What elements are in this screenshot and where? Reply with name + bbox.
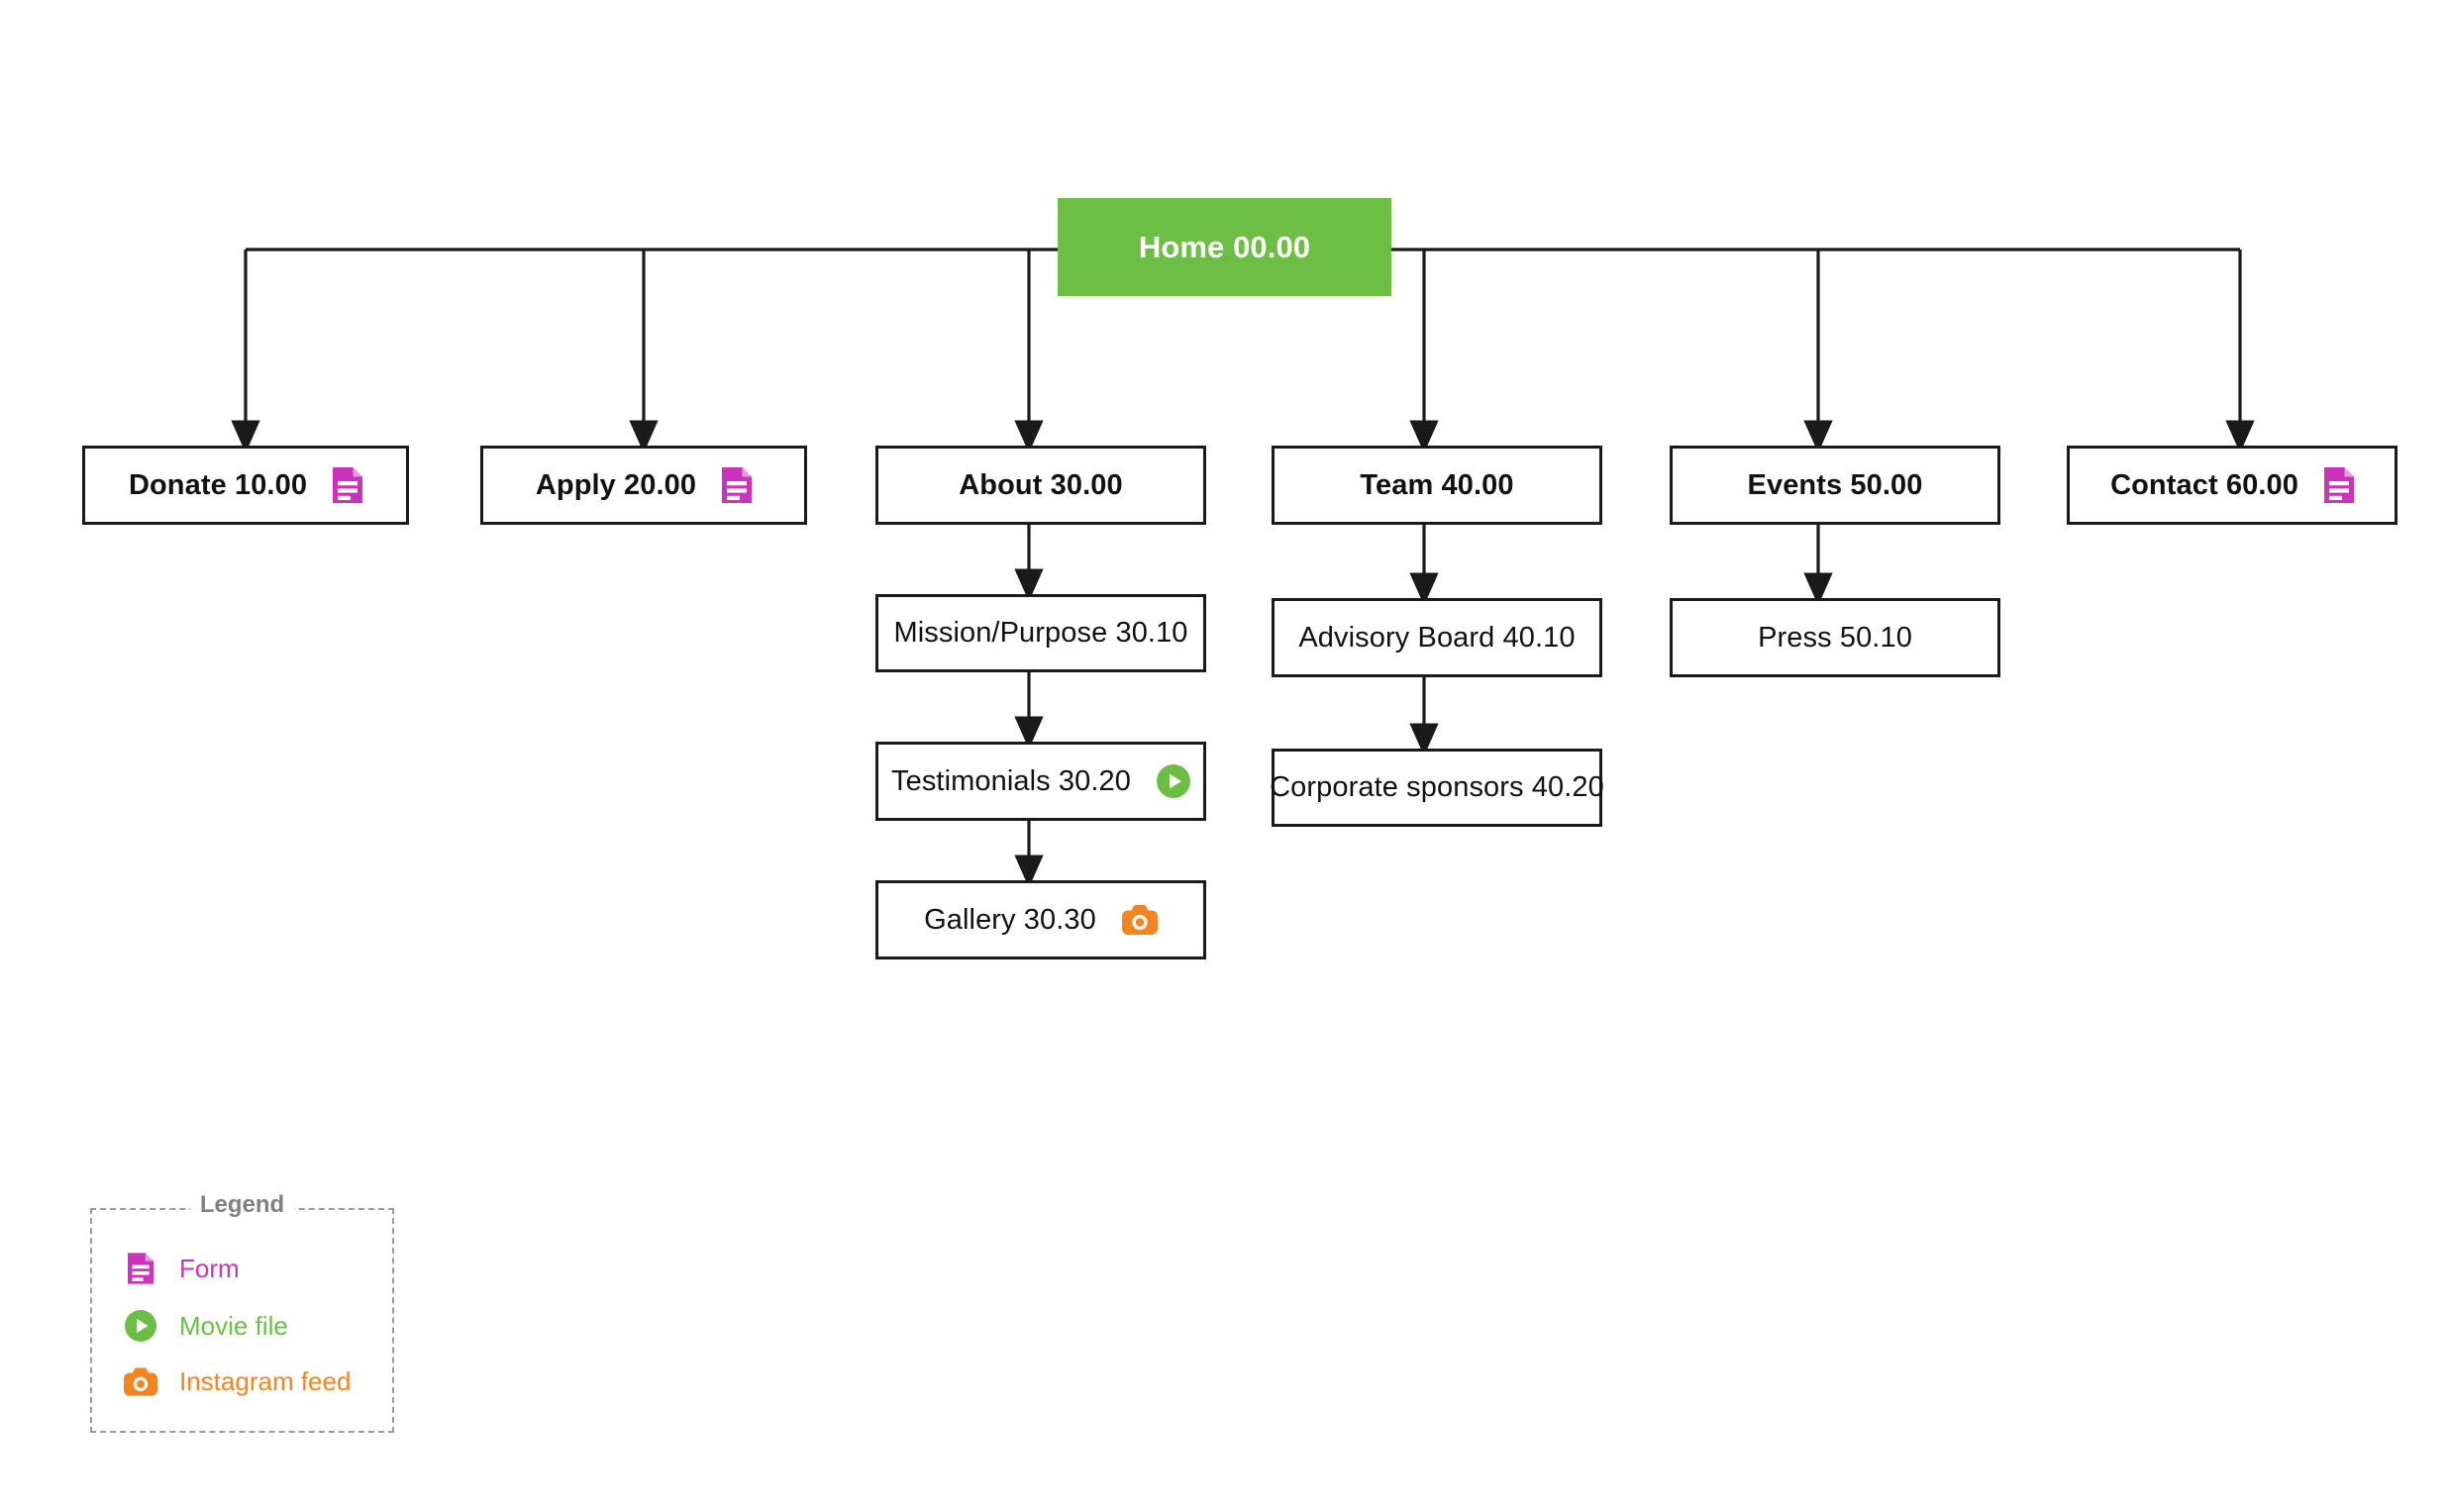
node-gallery[interactable]: Gallery 30.30 [875,880,1206,959]
node-advisory-board-label: Advisory Board 40.10 [1298,621,1576,654]
form-icon [124,1253,157,1284]
instagram-icon [124,1367,157,1396]
legend-label-instagram-feed: Instagram feed [179,1366,352,1396]
node-testimonials-label: Testimonials 30.20 [891,764,1131,797]
node-home[interactable]: Home 00.00 [1058,198,1391,296]
node-mission-purpose[interactable]: Mission/Purpose 30.10 [875,594,1206,672]
node-mission-purpose-label: Mission/Purpose 30.10 [893,617,1188,649]
node-advisory-board[interactable]: Advisory Board 40.10 [1272,598,1602,677]
movie-icon [124,1310,157,1342]
node-donate[interactable]: Donate 10.00 [82,446,409,525]
sitemap-canvas: Home 00.00 Donate 10.00 Apply 20.00 Abou… [0,0,2450,1512]
node-donate-label: Donate 10.00 [128,468,308,501]
movie-icon [1157,764,1190,798]
legend-label-form: Form [179,1253,240,1283]
node-press[interactable]: Press 50.10 [1670,598,2000,677]
node-gallery-label: Gallery 30.30 [924,903,1096,936]
node-contact[interactable]: Contact 60.00 [2067,446,2398,525]
node-press-label: Press 50.10 [1758,621,1912,654]
form-icon [2323,467,2354,503]
node-contact-label: Contact 60.00 [2110,468,2298,501]
instagram-icon [1121,905,1158,935]
node-team[interactable]: Team 40.00 [1272,446,1602,525]
node-events[interactable]: Events 50.00 [1670,446,2000,525]
node-home-label: Home 00.00 [1138,230,1311,264]
legend-item-form: Form [124,1253,240,1284]
node-team-label: Team 40.00 [1360,468,1514,501]
node-apply-label: Apply 20.00 [535,468,697,501]
node-about-label: About 30.00 [959,468,1123,501]
legend-item-instagram-feed: Instagram feed [124,1366,351,1397]
node-corporate-sponsors[interactable]: Corporate sponsors 40.20 [1270,749,1604,827]
legend-item-movie-file: Movie file [124,1310,288,1342]
node-testimonials[interactable]: Testimonials 30.20 [875,742,1206,821]
node-about[interactable]: About 30.00 [875,446,1206,525]
legend-panel: Legend Form Movie file Instagram feed [90,1191,394,1433]
legend-label-movie-file: Movie file [179,1310,288,1341]
legend-title: Legend [189,1191,295,1219]
node-corporate-sponsors-label: Corporate sponsors 40.20 [1270,771,1604,803]
node-apply[interactable]: Apply 20.00 [480,446,807,525]
node-events-label: Events 50.00 [1747,468,1923,501]
form-icon [722,467,753,503]
form-icon [333,467,363,503]
